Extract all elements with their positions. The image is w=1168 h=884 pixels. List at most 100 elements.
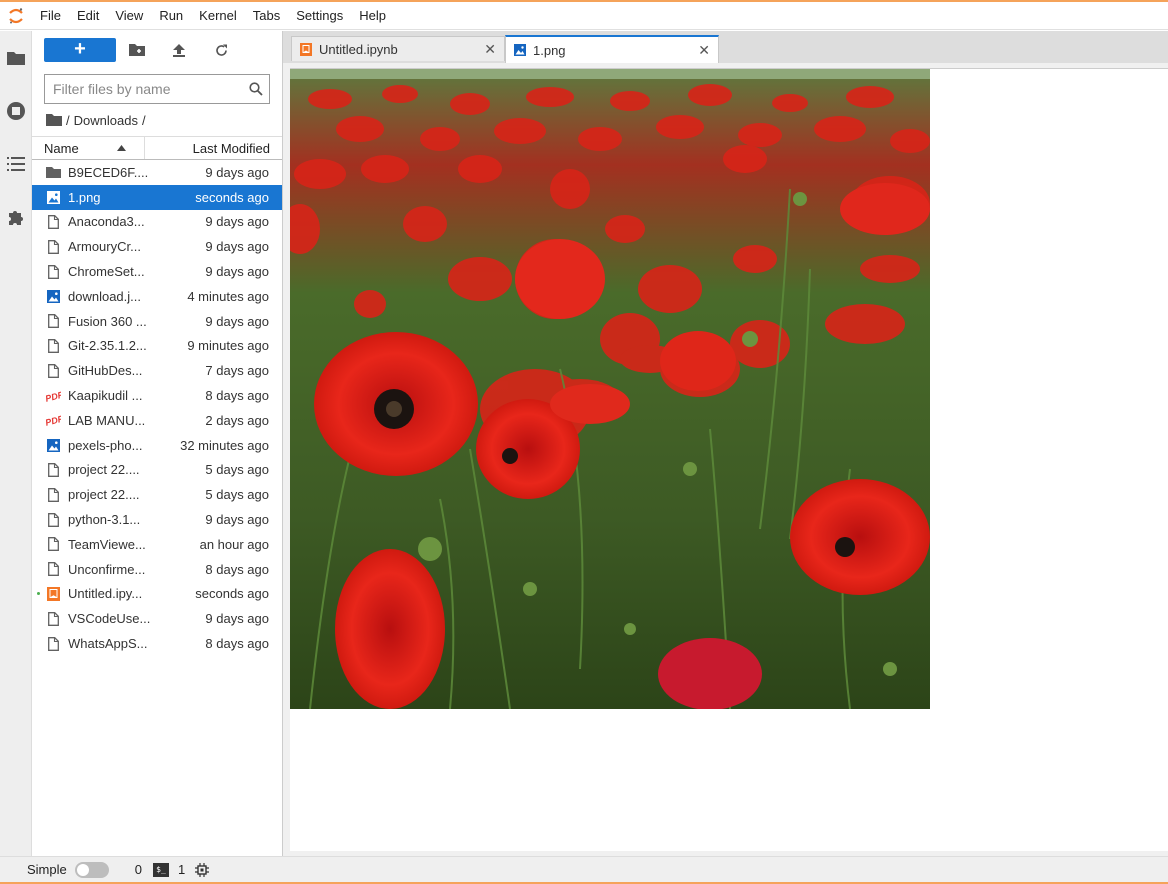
image-icon: [514, 44, 526, 56]
menu-help[interactable]: Help: [351, 2, 394, 30]
file-icon: [47, 562, 59, 577]
file-row[interactable]: PDF Kaapikudil ... 8 days ago: [32, 383, 282, 408]
file-type-icon: [32, 339, 68, 353]
menu-run[interactable]: Run: [151, 2, 191, 30]
file-modified: 5 days ago: [205, 462, 269, 478]
file-type-icon: [32, 289, 68, 303]
extensions-tab[interactable]: [0, 190, 32, 243]
file-type-icon: [32, 562, 68, 577]
file-modified: 8 days ago: [205, 561, 269, 577]
file-row[interactable]: ArmouryCr... 9 days ago: [32, 234, 282, 259]
file-name: ArmouryCr...: [68, 239, 141, 255]
tab-1-png[interactable]: 1.png ✕: [505, 35, 719, 63]
table-of-contents-tab[interactable]: [0, 137, 32, 190]
svg-text:PDF: PDF: [45, 414, 61, 428]
terminal-count[interactable]: 1: [178, 862, 185, 877]
file-name: project 22....: [68, 487, 140, 503]
file-filter-input[interactable]: [53, 81, 233, 97]
jupyter-logo-icon: [0, 2, 32, 30]
file-row[interactable]: TeamViewe... an hour ago: [32, 532, 282, 557]
svg-text:PDF: PDF: [45, 389, 61, 403]
file-icon: [47, 339, 59, 353]
menu-file[interactable]: File: [32, 2, 69, 30]
file-row[interactable]: GitHubDes... 7 days ago: [32, 358, 282, 383]
stop-circle-icon: [7, 101, 25, 120]
file-browser-tab[interactable]: [0, 31, 32, 84]
file-name: B9ECED6F....: [68, 164, 149, 180]
cpu-chip-icon[interactable]: [195, 862, 210, 877]
new-folder-button[interactable]: [116, 38, 158, 62]
file-row[interactable]: python-3.1... 9 days ago: [32, 507, 282, 532]
file-modified: 8 days ago: [205, 388, 269, 404]
running-sessions-tab[interactable]: [0, 84, 32, 137]
image-icon: [46, 438, 60, 452]
file-name: VSCodeUse...: [68, 611, 150, 627]
file-name: WhatsAppS...: [68, 636, 148, 652]
menu-settings[interactable]: Settings: [288, 2, 351, 30]
image-icon: [46, 289, 60, 303]
name-column-header[interactable]: Name: [32, 137, 145, 159]
file-modified: 9 days ago: [205, 512, 269, 528]
file-icon: [47, 611, 59, 626]
file-row[interactable]: Anaconda3... 9 days ago: [32, 210, 282, 235]
file-modified: 9 days ago: [205, 239, 269, 255]
file-modified: 5 days ago: [205, 487, 269, 503]
file-row[interactable]: project 22.... 5 days ago: [32, 458, 282, 483]
home-folder-icon[interactable]: [46, 114, 62, 126]
pdf-icon: PDF: [45, 389, 61, 403]
tab-label: Untitled.ipynb: [319, 41, 398, 57]
file-row[interactable]: B9ECED6F.... 9 days ago: [32, 160, 282, 185]
file-row[interactable]: project 22.... 5 days ago: [32, 482, 282, 507]
file-icon: [47, 463, 59, 477]
file-type-icon: [32, 537, 68, 552]
kernel-count[interactable]: 0: [135, 862, 142, 877]
new-launcher-button[interactable]: +: [44, 38, 116, 62]
file-row[interactable]: Git-2.35.1.2... 9 minutes ago: [32, 334, 282, 359]
menu-view[interactable]: View: [107, 2, 151, 30]
close-tab-icon[interactable]: ✕: [484, 41, 496, 58]
file-modified: 4 minutes ago: [187, 288, 269, 304]
upload-button[interactable]: [158, 38, 200, 62]
file-type-icon: [32, 438, 68, 452]
file-row[interactable]: Unconfirme... 8 days ago: [32, 557, 282, 582]
file-row[interactable]: WhatsAppS... 8 days ago: [32, 631, 282, 656]
file-name: download.j...: [68, 288, 141, 304]
file-type-icon: [32, 512, 68, 527]
file-modified: 2 days ago: [205, 412, 269, 428]
menu-edit[interactable]: Edit: [69, 2, 107, 30]
file-modified: 9 days ago: [205, 611, 269, 627]
file-name: 1.png: [68, 189, 101, 205]
file-row[interactable]: download.j... 4 minutes ago: [32, 284, 282, 309]
tab-untitled-ipynb[interactable]: Untitled.ipynb ✕: [291, 36, 505, 61]
breadcrumb-downloads[interactable]: Downloads: [74, 113, 138, 128]
file-name: Git-2.35.1.2...: [68, 338, 147, 354]
file-row[interactable]: Untitled.ipy... seconds ago: [32, 582, 282, 607]
main-area: Untitled.ipynb ✕ 1.png ✕: [283, 31, 1168, 856]
file-row[interactable]: PDF LAB MANU... 2 days ago: [32, 408, 282, 433]
file-icon: [47, 239, 59, 254]
file-row[interactable]: VSCodeUse... 9 days ago: [32, 606, 282, 631]
tab-label: 1.png: [533, 42, 566, 58]
notebook-icon: [46, 586, 60, 601]
file-row[interactable]: ChromeSet... 9 days ago: [32, 259, 282, 284]
file-row[interactable]: pexels-pho... 32 minutes ago: [32, 433, 282, 458]
file-row[interactable]: Fusion 360 ... 9 days ago: [32, 309, 282, 334]
menu-tabs[interactable]: Tabs: [245, 2, 288, 30]
image-icon: [46, 190, 60, 204]
puzzle-icon: [9, 210, 23, 225]
simple-mode-toggle[interactable]: [74, 861, 109, 878]
menu-kernel[interactable]: Kernel: [191, 2, 245, 30]
file-type-icon: [32, 487, 68, 502]
last-modified-column-header[interactable]: Last Modified: [145, 137, 282, 159]
file-icon: [47, 537, 59, 552]
file-row[interactable]: 1.png seconds ago: [32, 184, 282, 210]
menu-bar: File Edit View Run Kernel Tabs Settings …: [0, 2, 1168, 30]
list-icon: [7, 156, 25, 171]
file-modified: 9 days ago: [205, 264, 269, 280]
file-type-icon: [32, 239, 68, 254]
close-tab-icon[interactable]: ✕: [698, 42, 710, 59]
folder-icon: [7, 51, 25, 65]
image-viewer: [290, 68, 1168, 851]
refresh-icon: [215, 44, 227, 56]
refresh-button[interactable]: [200, 38, 242, 62]
